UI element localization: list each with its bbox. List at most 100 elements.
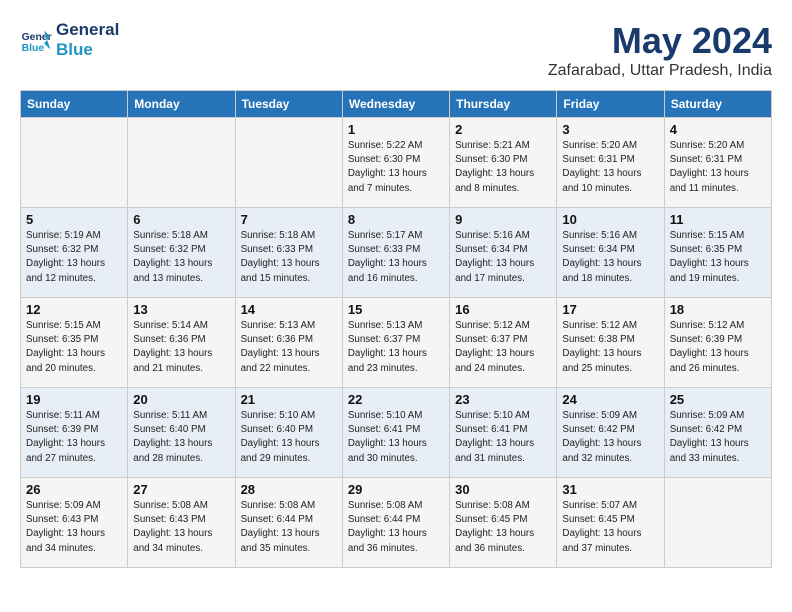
weekday-header-tuesday: Tuesday [235, 91, 342, 118]
calendar-cell: 10Sunrise: 5:16 AMSunset: 6:34 PMDayligh… [557, 208, 664, 298]
calendar-cell: 30 Sunrise: 5:08 AMSunset: 6:45 PMDayligh… [450, 478, 557, 568]
day-number: 28 [241, 482, 337, 497]
day-number: 25 [670, 392, 766, 407]
day-info: Sunrise: 5:22 AMSunset: 6:30 PMDaylight:… [348, 139, 444, 196]
day-number: 24 [562, 392, 658, 407]
day-info: Sunrise: 5:18 AMSunset: 6:32 PMDaylight:… [133, 229, 229, 286]
day-info: Sunrise: 5:11 AMSunset: 6:40 PMDaylight:… [133, 409, 229, 466]
day-info: Sunrise: 5:09 AMSunset: 6:42 PMDaylight:… [562, 409, 658, 466]
day-number: 7 [241, 212, 337, 227]
day-info: Sunrise: 5:18 AMSunset: 6:33 PMDaylight:… [241, 229, 337, 286]
calendar-cell: 12Sunrise: 5:15 AMSunset: 6:35 PMDayligh… [21, 298, 128, 388]
location-subtitle: Zafarabad, Uttar Pradesh, India [548, 62, 772, 80]
calendar-cell: 15 Sunrise: 5:13 AMSunset: 6:37 PMDayligh… [342, 298, 449, 388]
day-info: Sunrise: 5:09 AMSunset: 6:42 PMDaylight:… [670, 409, 766, 466]
day-number: 14 [241, 302, 337, 317]
day-number: 30 [455, 482, 551, 497]
day-info: Sunrise: 5:08 AMSunset: 6:43 PMDaylight:… [133, 499, 229, 556]
day-info: Sunrise: 5:10 AMSunset: 6:41 PMDaylight:… [348, 409, 444, 466]
week-row-1: 1Sunrise: 5:22 AMSunset: 6:30 PMDaylight… [21, 118, 772, 208]
weekday-header-sunday: Sunday [21, 91, 128, 118]
calendar-cell: 14 Sunrise: 5:13 AMSunset: 6:36 PMDayligh… [235, 298, 342, 388]
day-number: 11 [670, 212, 766, 227]
day-number: 6 [133, 212, 229, 227]
calendar-cell: 24 Sunrise: 5:09 AMSunset: 6:42 PMDayligh… [557, 388, 664, 478]
day-number: 22 [348, 392, 444, 407]
day-number: 17 [562, 302, 658, 317]
calendar-cell: 3 Sunrise: 5:20 AMSunset: 6:31 PMDaylight… [557, 118, 664, 208]
calendar-cell [21, 118, 128, 208]
calendar-cell: 31 Sunrise: 5:07 AMSunset: 6:45 PMDayligh… [557, 478, 664, 568]
calendar-cell: 17 Sunrise: 5:12 AMSunset: 6:38 PMDayligh… [557, 298, 664, 388]
calendar-cell: 6 Sunrise: 5:18 AMSunset: 6:32 PMDaylight… [128, 208, 235, 298]
day-number: 16 [455, 302, 551, 317]
day-info: Sunrise: 5:08 AMSunset: 6:44 PMDaylight:… [241, 499, 337, 556]
day-number: 4 [670, 122, 766, 137]
month-title: May 2024 [548, 20, 772, 62]
logo-general: General [56, 20, 119, 40]
calendar-cell: 23 Sunrise: 5:10 AMSunset: 6:41 PMDayligh… [450, 388, 557, 478]
weekday-header-friday: Friday [557, 91, 664, 118]
day-number: 15 [348, 302, 444, 317]
day-info: Sunrise: 5:20 AMSunset: 6:31 PMDaylight:… [562, 139, 658, 196]
day-info: Sunrise: 5:07 AMSunset: 6:45 PMDaylight:… [562, 499, 658, 556]
day-info: Sunrise: 5:20 AMSunset: 6:31 PMDaylight:… [670, 139, 766, 196]
week-row-4: 19 Sunrise: 5:11 AMSunset: 6:39 PMDayligh… [21, 388, 772, 478]
calendar-cell: 20 Sunrise: 5:11 AMSunset: 6:40 PMDayligh… [128, 388, 235, 478]
day-info: Sunrise: 5:14 AMSunset: 6:36 PMDaylight:… [133, 319, 229, 376]
day-number: 29 [348, 482, 444, 497]
calendar-cell: 26 Sunrise: 5:09 AMSunset: 6:43 PMDayligh… [21, 478, 128, 568]
calendar-cell: 21Sunrise: 5:10 AMSunset: 6:40 PMDayligh… [235, 388, 342, 478]
day-number: 9 [455, 212, 551, 227]
day-info: Sunrise: 5:13 AMSunset: 6:36 PMDaylight:… [241, 319, 337, 376]
day-info: Sunrise: 5:08 AMSunset: 6:45 PMDaylight:… [455, 499, 551, 556]
calendar-cell: 29 Sunrise: 5:08 AMSunset: 6:44 PMDayligh… [342, 478, 449, 568]
day-number: 3 [562, 122, 658, 137]
day-info: Sunrise: 5:12 AMSunset: 6:38 PMDaylight:… [562, 319, 658, 376]
day-info: Sunrise: 5:16 AMSunset: 6:34 PMDaylight:… [455, 229, 551, 286]
page-header: General Blue General Blue May 2024 Zafar… [20, 20, 772, 80]
weekday-header-saturday: Saturday [664, 91, 771, 118]
day-number: 10 [562, 212, 658, 227]
week-row-3: 12Sunrise: 5:15 AMSunset: 6:35 PMDayligh… [21, 298, 772, 388]
weekday-header-thursday: Thursday [450, 91, 557, 118]
day-number: 5 [26, 212, 122, 227]
day-info: Sunrise: 5:08 AMSunset: 6:44 PMDaylight:… [348, 499, 444, 556]
day-number: 23 [455, 392, 551, 407]
week-row-2: 5Sunrise: 5:19 AMSunset: 6:32 PMDaylight… [21, 208, 772, 298]
svg-text:Blue: Blue [22, 43, 45, 54]
day-info: Sunrise: 5:11 AMSunset: 6:39 PMDaylight:… [26, 409, 122, 466]
day-info: Sunrise: 5:10 AMSunset: 6:41 PMDaylight:… [455, 409, 551, 466]
day-number: 20 [133, 392, 229, 407]
logo-icon: General Blue [20, 24, 52, 56]
calendar-cell [664, 478, 771, 568]
day-number: 31 [562, 482, 658, 497]
calendar-cell: 2Sunrise: 5:21 AMSunset: 6:30 PMDaylight… [450, 118, 557, 208]
day-number: 8 [348, 212, 444, 227]
calendar-cell: 5Sunrise: 5:19 AMSunset: 6:32 PMDaylight… [21, 208, 128, 298]
day-info: Sunrise: 5:17 AMSunset: 6:33 PMDaylight:… [348, 229, 444, 286]
calendar-cell: 11 Sunrise: 5:15 AMSunset: 6:35 PMDayligh… [664, 208, 771, 298]
day-number: 26 [26, 482, 122, 497]
calendar-cell: 25 Sunrise: 5:09 AMSunset: 6:42 PMDayligh… [664, 388, 771, 478]
calendar-cell: 22 Sunrise: 5:10 AMSunset: 6:41 PMDayligh… [342, 388, 449, 478]
day-number: 27 [133, 482, 229, 497]
day-info: Sunrise: 5:09 AMSunset: 6:43 PMDaylight:… [26, 499, 122, 556]
day-number: 19 [26, 392, 122, 407]
calendar-cell: 1Sunrise: 5:22 AMSunset: 6:30 PMDaylight… [342, 118, 449, 208]
day-number: 21 [241, 392, 337, 407]
day-info: Sunrise: 5:15 AMSunset: 6:35 PMDaylight:… [670, 229, 766, 286]
calendar-cell: 13 Sunrise: 5:14 AMSunset: 6:36 PMDayligh… [128, 298, 235, 388]
day-number: 12 [26, 302, 122, 317]
calendar-cell: 28 Sunrise: 5:08 AMSunset: 6:44 PMDayligh… [235, 478, 342, 568]
weekday-header-wednesday: Wednesday [342, 91, 449, 118]
logo: General Blue General Blue [20, 20, 119, 59]
calendar-cell: 27 Sunrise: 5:08 AMSunset: 6:43 PMDayligh… [128, 478, 235, 568]
day-info: Sunrise: 5:12 AMSunset: 6:39 PMDaylight:… [670, 319, 766, 376]
calendar-cell [128, 118, 235, 208]
calendar-cell: 7 Sunrise: 5:18 AMSunset: 6:33 PMDaylight… [235, 208, 342, 298]
day-info: Sunrise: 5:13 AMSunset: 6:37 PMDaylight:… [348, 319, 444, 376]
day-info: Sunrise: 5:21 AMSunset: 6:30 PMDaylight:… [455, 139, 551, 196]
day-number: 13 [133, 302, 229, 317]
calendar-table: SundayMondayTuesdayWednesdayThursdayFrid… [20, 90, 772, 568]
